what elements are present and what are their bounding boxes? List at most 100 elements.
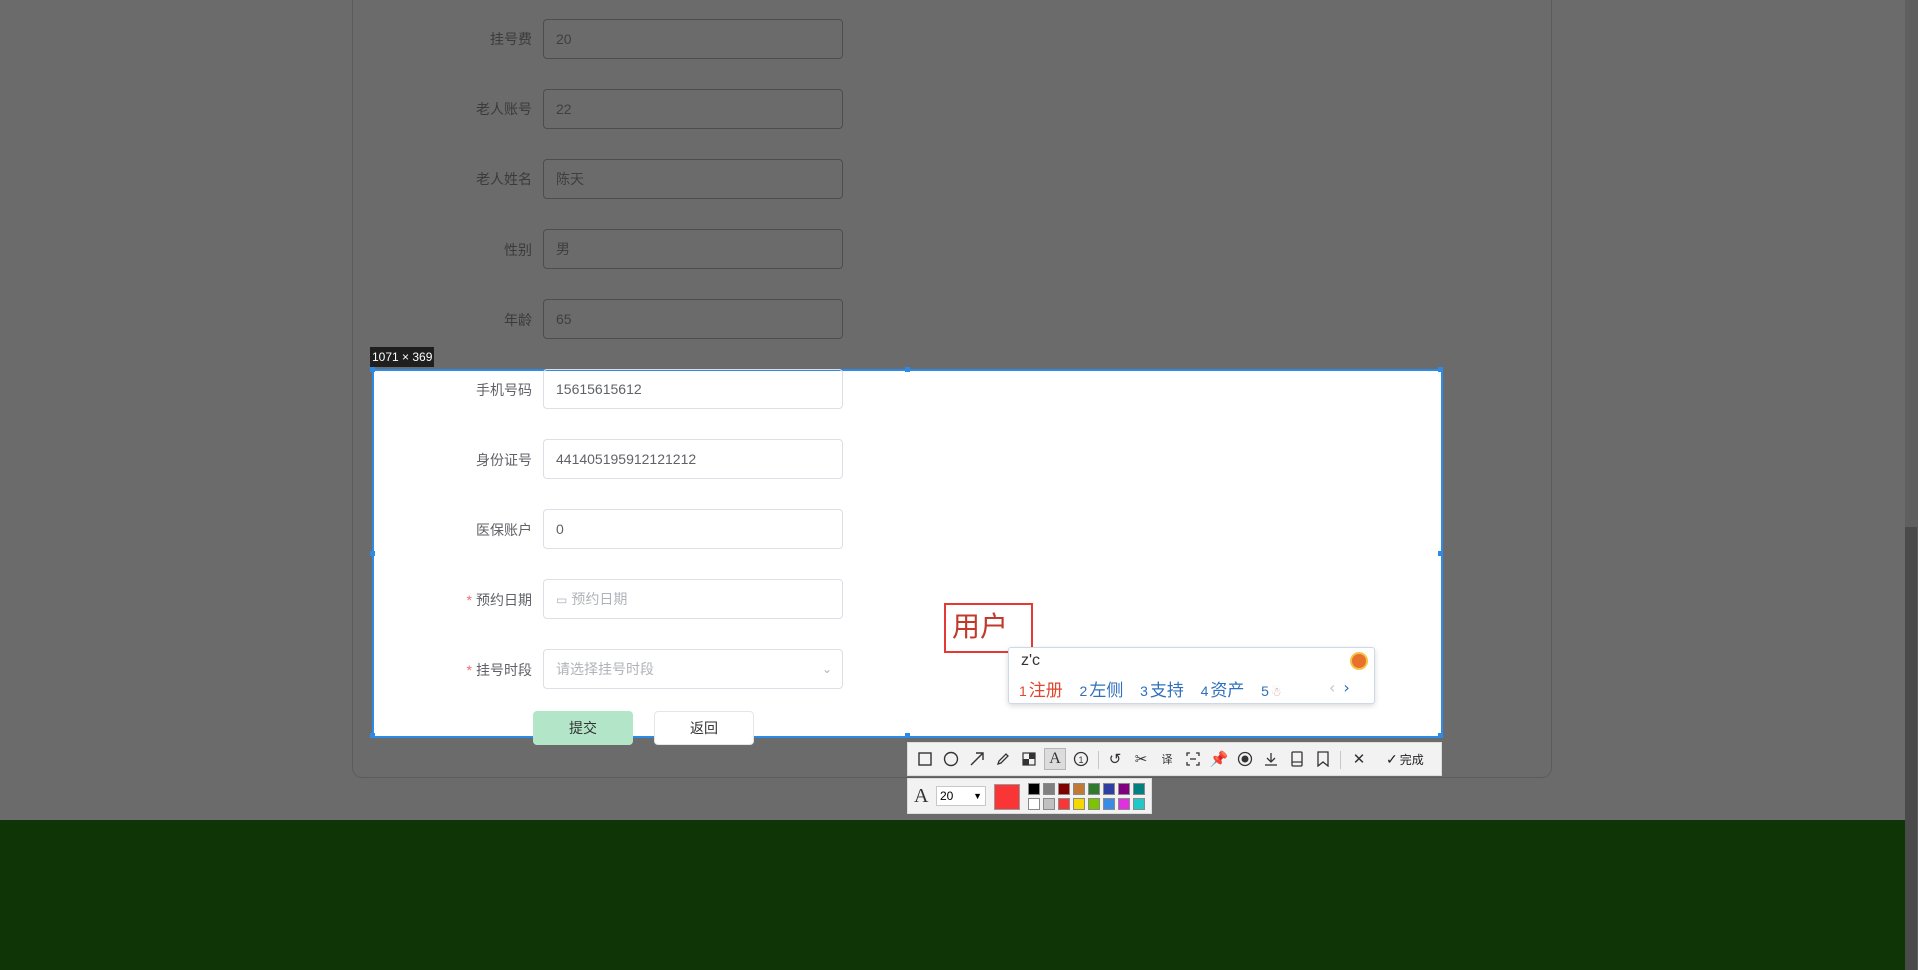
capture-size-badge: 1071 × 369 xyxy=(370,347,435,367)
color-swatch[interactable] xyxy=(1058,783,1070,795)
font-size-select[interactable]: 20 ▼ xyxy=(936,786,986,806)
scissors-icon[interactable]: ✂ xyxy=(1130,748,1152,770)
resize-handle[interactable] xyxy=(370,367,375,372)
date-label-row: * 预约日期 xyxy=(352,590,532,610)
ime-candidate-2[interactable]: 2 左侧 xyxy=(1080,681,1124,700)
ime-prev-icon[interactable]: ‹ xyxy=(1329,678,1335,697)
gender-input[interactable]: 男 xyxy=(543,229,843,269)
resize-handle[interactable] xyxy=(370,733,375,738)
arrow-icon[interactable] xyxy=(966,748,988,770)
resize-handle[interactable] xyxy=(1438,367,1443,372)
name-label: 老人姓名 xyxy=(476,171,532,187)
current-color-swatch[interactable] xyxy=(994,784,1020,810)
dropdown-arrow-icon: ▼ xyxy=(973,791,982,801)
submit-button[interactable]: 提交 xyxy=(533,711,633,745)
download-icon[interactable] xyxy=(1260,748,1282,770)
return-button[interactable]: 返回 xyxy=(654,711,754,745)
mosaic-icon[interactable] xyxy=(1018,748,1040,770)
screenshot-toolbar: A 1 ↺ ✂ 译 📌 ✕ ✓ 完成 xyxy=(907,742,1442,776)
ellipse-icon[interactable] xyxy=(940,748,962,770)
color-swatch[interactable] xyxy=(1043,783,1055,795)
resize-handle[interactable] xyxy=(905,733,910,738)
color-swatch[interactable] xyxy=(1133,783,1145,795)
ime-composition: z'c xyxy=(1021,652,1041,669)
color-swatch[interactable] xyxy=(1118,783,1130,795)
ocr-icon[interactable] xyxy=(1182,748,1204,770)
color-swatch[interactable] xyxy=(1118,798,1130,810)
done-button[interactable]: ✓ 完成 xyxy=(1386,747,1424,771)
font-size-icon: A xyxy=(914,785,929,807)
close-icon[interactable]: ✕ xyxy=(1348,748,1370,770)
text-annotation[interactable]: 用户 xyxy=(944,603,1033,653)
date-placeholder: 预约日期 xyxy=(571,591,628,607)
ime-candidate-4[interactable]: 4 资产 xyxy=(1201,681,1245,700)
account-label: 老人账号 xyxy=(476,101,532,117)
undo-icon[interactable]: ↺ xyxy=(1104,748,1126,770)
translate-icon[interactable]: 译 xyxy=(1156,748,1178,770)
ime-candidate-window: z'c 1 注册 2 左侧 3 支持 4 资产 5 ☃ ‹ › xyxy=(1008,647,1375,704)
slot-label-row: * 挂号时段 xyxy=(352,660,532,680)
resize-handle[interactable] xyxy=(905,367,910,372)
ime-next-icon[interactable]: › xyxy=(1343,678,1349,697)
resize-handle[interactable] xyxy=(1438,733,1443,738)
color-swatch[interactable] xyxy=(1058,798,1070,810)
date-label: 预约日期 xyxy=(476,592,532,608)
required-mark: * xyxy=(466,662,472,678)
ime-page-nav: ‹ › xyxy=(1329,678,1350,697)
chevron-down-icon: ⌄ xyxy=(821,662,832,676)
color-swatch[interactable] xyxy=(1103,783,1115,795)
phone-label: 手机号码 xyxy=(476,382,532,398)
scrollbar-thumb[interactable] xyxy=(1905,527,1917,970)
name-input[interactable]: 陈天 xyxy=(543,159,843,199)
svg-text:1: 1 xyxy=(1078,755,1083,765)
ime-candidate-1[interactable]: 1 注册 xyxy=(1019,681,1063,700)
long-screenshot-icon[interactable] xyxy=(1286,748,1308,770)
font-size-value: 20 xyxy=(940,789,954,803)
color-swatch[interactable] xyxy=(1103,798,1115,810)
resize-handle[interactable] xyxy=(1438,551,1443,556)
page-footer xyxy=(0,820,1918,970)
color-swatch[interactable] xyxy=(1088,783,1100,795)
insurance-label: 医保账户 xyxy=(476,522,532,538)
fee-label: 挂号费 xyxy=(490,31,532,47)
done-label: 完成 xyxy=(1399,752,1424,767)
slot-label: 挂号时段 xyxy=(476,662,532,678)
number-icon[interactable]: 1 xyxy=(1070,748,1092,770)
color-swatch[interactable] xyxy=(1043,798,1055,810)
fee-input[interactable]: 20 xyxy=(543,19,843,59)
account-input[interactable]: 22 xyxy=(543,89,843,129)
insurance-input[interactable]: 0 xyxy=(543,509,843,549)
calendar-icon: ▭ xyxy=(556,593,568,607)
text-icon[interactable]: A xyxy=(1044,748,1066,770)
color-swatch[interactable] xyxy=(1073,798,1085,810)
record-icon[interactable] xyxy=(1234,748,1256,770)
resize-handle[interactable] xyxy=(370,551,375,556)
color-swatch[interactable] xyxy=(1073,783,1085,795)
check-icon: ✓ xyxy=(1386,750,1398,767)
color-palette xyxy=(1028,783,1148,811)
ime-candidates: 1 注册 2 左侧 3 支持 4 资产 5 ☃ xyxy=(1019,676,1294,701)
ime-candidate-3[interactable]: 3 支持 xyxy=(1140,681,1184,700)
color-swatch[interactable] xyxy=(1028,798,1040,810)
age-input[interactable]: 65 xyxy=(543,299,843,339)
age-label: 年龄 xyxy=(504,312,532,328)
pencil-icon[interactable] xyxy=(992,748,1014,770)
bookmark-icon[interactable] xyxy=(1312,748,1334,770)
text-options-bar: A 20 ▼ xyxy=(907,778,1152,814)
color-swatch[interactable] xyxy=(1088,798,1100,810)
ime-candidate-5[interactable]: 5 ☃ xyxy=(1261,681,1282,700)
color-swatch[interactable] xyxy=(1028,783,1040,795)
phone-input[interactable]: 15615615612 xyxy=(543,369,843,409)
slot-placeholder: 请选择挂号时段 xyxy=(556,661,654,677)
date-picker[interactable]: ▭ 预约日期 xyxy=(543,579,843,619)
required-mark: * xyxy=(466,592,472,608)
gender-label: 性别 xyxy=(504,242,532,258)
color-swatch[interactable] xyxy=(1133,798,1145,810)
slot-select[interactable]: 请选择挂号时段 ⌄ xyxy=(543,649,843,689)
id-input[interactable]: 441405195912121212 xyxy=(543,439,843,479)
ime-skin-icon[interactable] xyxy=(1350,652,1368,670)
id-label: 身份证号 xyxy=(476,452,532,468)
ime-emoji-icon: ☃ xyxy=(1270,685,1282,699)
rectangle-icon[interactable] xyxy=(914,748,936,770)
pin-icon[interactable]: 📌 xyxy=(1208,748,1230,770)
